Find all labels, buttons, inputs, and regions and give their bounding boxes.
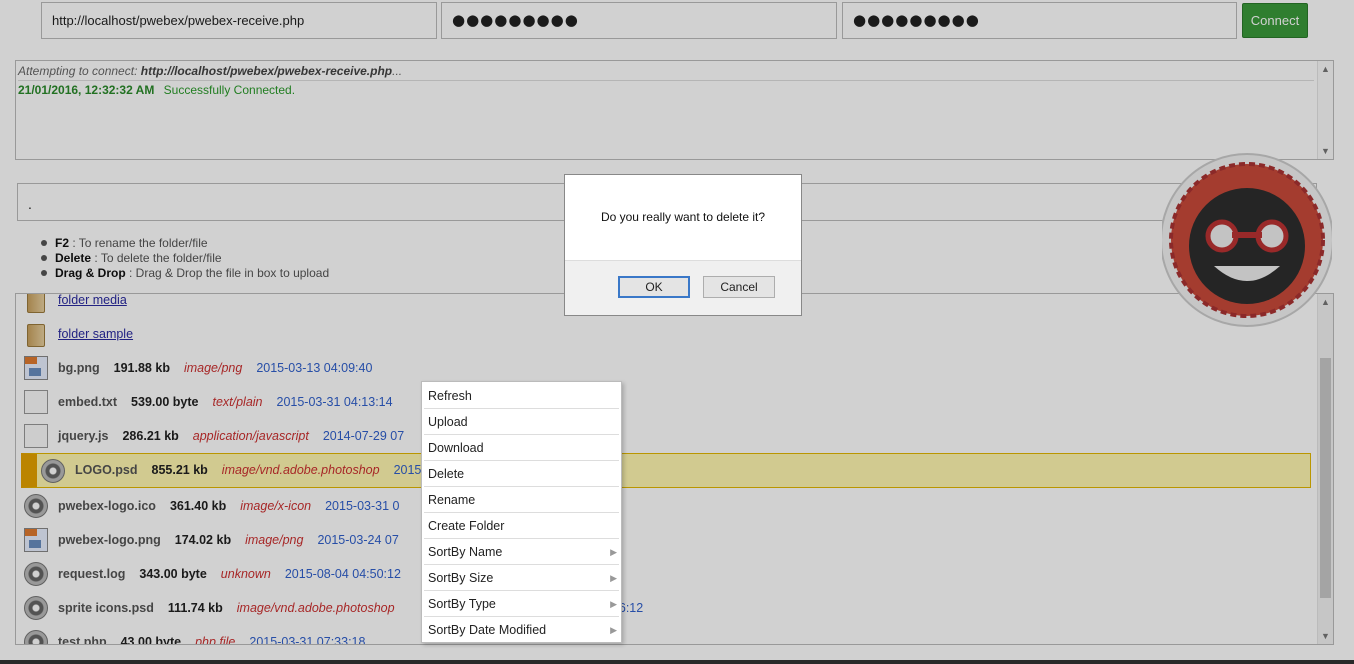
submenu-arrow-icon: ▶ — [610, 547, 617, 557]
modal-backdrop — [0, 0, 1354, 664]
cancel-button[interactable]: Cancel — [703, 276, 775, 298]
confirm-delete-dialog: Do you really want to delete it? OK Canc… — [564, 174, 802, 316]
menu-item-sortby-date[interactable]: SortBy Date Modified ▶ — [424, 617, 619, 643]
menu-item-download[interactable]: Download — [424, 435, 619, 461]
menu-item-delete[interactable]: Delete — [424, 461, 619, 487]
dialog-message: Do you really want to delete it? — [565, 175, 801, 261]
submenu-arrow-icon: ▶ — [610, 599, 617, 609]
menu-item-sortby-type[interactable]: SortBy Type ▶ — [424, 591, 619, 617]
menu-item-sortby-size[interactable]: SortBy Size ▶ — [424, 565, 619, 591]
menu-item-refresh[interactable]: Refresh — [424, 383, 619, 409]
menu-item-sortby-name[interactable]: SortBy Name ▶ — [424, 539, 619, 565]
ok-button[interactable]: OK — [618, 276, 690, 298]
menu-item-create-folder[interactable]: Create Folder — [424, 513, 619, 539]
menu-item-rename[interactable]: Rename — [424, 487, 619, 513]
context-menu[interactable]: Refresh Upload Download Delete Rename Cr… — [421, 381, 622, 643]
submenu-arrow-icon: ▶ — [610, 625, 617, 635]
submenu-arrow-icon: ▶ — [610, 573, 617, 583]
menu-item-upload[interactable]: Upload — [424, 409, 619, 435]
